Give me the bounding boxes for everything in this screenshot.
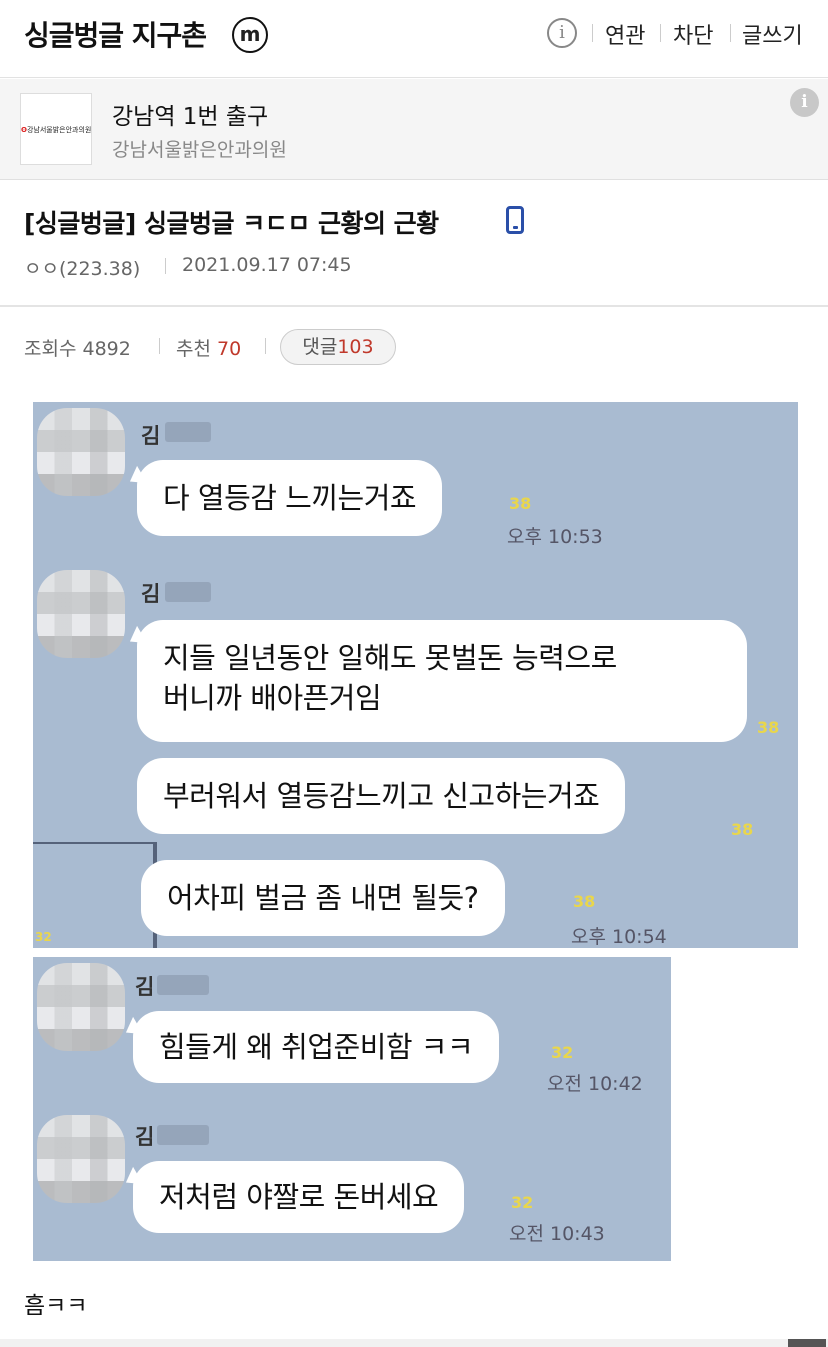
bottom-bar: [0, 1339, 828, 1347]
sender-name: 김: [135, 975, 155, 999]
ad-logo: ʘ강남서울밝은안과의원: [20, 93, 92, 165]
nav-divider: [730, 24, 731, 42]
chat-bubble: 지들 일년동안 일해도 못벌돈 능력으로 버니까 배아픈거임: [137, 620, 747, 742]
timestamp: 오전 10:43: [509, 1223, 605, 1245]
avatar: [37, 963, 125, 1051]
view-count: 조회수 4892: [24, 338, 131, 360]
gallery-title[interactable]: 싱글벙글 지구촌: [24, 14, 207, 54]
timestamp: 오후 10:54: [571, 926, 667, 948]
timestamp: 오전 10:42: [547, 1073, 643, 1095]
related-link[interactable]: 연관: [605, 18, 645, 50]
bubble-line: 버니까 배아픈거임: [163, 681, 382, 715]
unread-count: 38: [757, 718, 780, 737]
chat-bubble: 부러워서 열등감느끼고 신고하는거죠: [137, 758, 626, 834]
nav-divider: [660, 24, 661, 42]
info-icon[interactable]: i: [547, 18, 577, 48]
minor-gallery-badge-icon: m: [232, 17, 268, 53]
unread-count: 38: [731, 820, 754, 839]
chat-screenshot: 김 다 열등감 느끼는거죠 38 오후 10:53 김 지들 일년동안 일해도 …: [33, 402, 798, 948]
post-body-text: 흠ㅋㅋ: [24, 1293, 88, 1319]
mobile-icon: [506, 206, 524, 234]
chat-bubble: 힘들게 왜 취업준비함 ㅋㅋ: [133, 1011, 500, 1083]
write-link[interactable]: 글쓰기: [742, 18, 803, 50]
ad-title[interactable]: 강남역 1번 출구: [112, 97, 268, 131]
name-blur: [157, 975, 209, 995]
post-title: [싱글벙글] 싱글벙글 ㅋㄷㅁ 근황의 근황: [24, 209, 439, 238]
divider: [0, 305, 828, 307]
ad-subtitle: 강남서울밝은안과의원: [112, 139, 287, 161]
name-blur: [165, 582, 211, 602]
chat-bubble: 저처럼 야짤로 돈버세요: [133, 1161, 465, 1233]
unread-count: 38: [573, 892, 596, 911]
chat-screenshot: 김 힘들게 왜 취업준비함 ㅋㅋ 32 오전 10:42 김 저처럼 야짤로 돈…: [33, 957, 671, 1261]
scroll-top-button[interactable]: [788, 1339, 826, 1347]
avatar: [37, 570, 125, 658]
meta-divider: [165, 258, 166, 274]
recommend-count: 추천 70: [176, 338, 242, 360]
block-link[interactable]: 차단: [673, 18, 713, 50]
top-bar: 싱글벙글 지구촌 m i 연관 차단 글쓰기: [0, 0, 828, 78]
avatar: [37, 1115, 125, 1203]
unread-count: 32: [35, 930, 52, 944]
timestamp: 오후 10:53: [507, 526, 603, 548]
post-date: 2021.09.17 07:45: [182, 254, 352, 276]
stat-divider: [265, 338, 266, 354]
chat-bubble: 다 열등감 느끼는거죠: [137, 460, 443, 536]
nav-divider: [592, 24, 593, 42]
bubble-line: 지들 일년동안 일해도 못벌돈 능력으로: [163, 641, 617, 675]
name-blur: [165, 422, 211, 442]
sender-name: 김: [141, 424, 161, 448]
post-author[interactable]: ㅇㅇ(223.38): [24, 254, 140, 281]
sender-name: 김: [141, 582, 161, 606]
comment-count-button[interactable]: 댓글103: [280, 329, 396, 365]
unread-count: 38: [509, 494, 532, 513]
unread-count: 32: [551, 1043, 574, 1062]
name-blur: [157, 1125, 209, 1145]
stat-divider: [159, 338, 160, 354]
unread-count: 32: [511, 1193, 534, 1212]
ad-info-icon[interactable]: i: [790, 88, 819, 117]
sender-name: 김: [135, 1125, 155, 1149]
ad-banner[interactable]: ʘ강남서울밝은안과의원 강남역 1번 출구 강남서울밝은안과의원 i: [0, 79, 828, 180]
chat-bubble: 어차피 벌금 좀 내면 될듯?: [141, 860, 505, 936]
avatar: [37, 408, 125, 496]
